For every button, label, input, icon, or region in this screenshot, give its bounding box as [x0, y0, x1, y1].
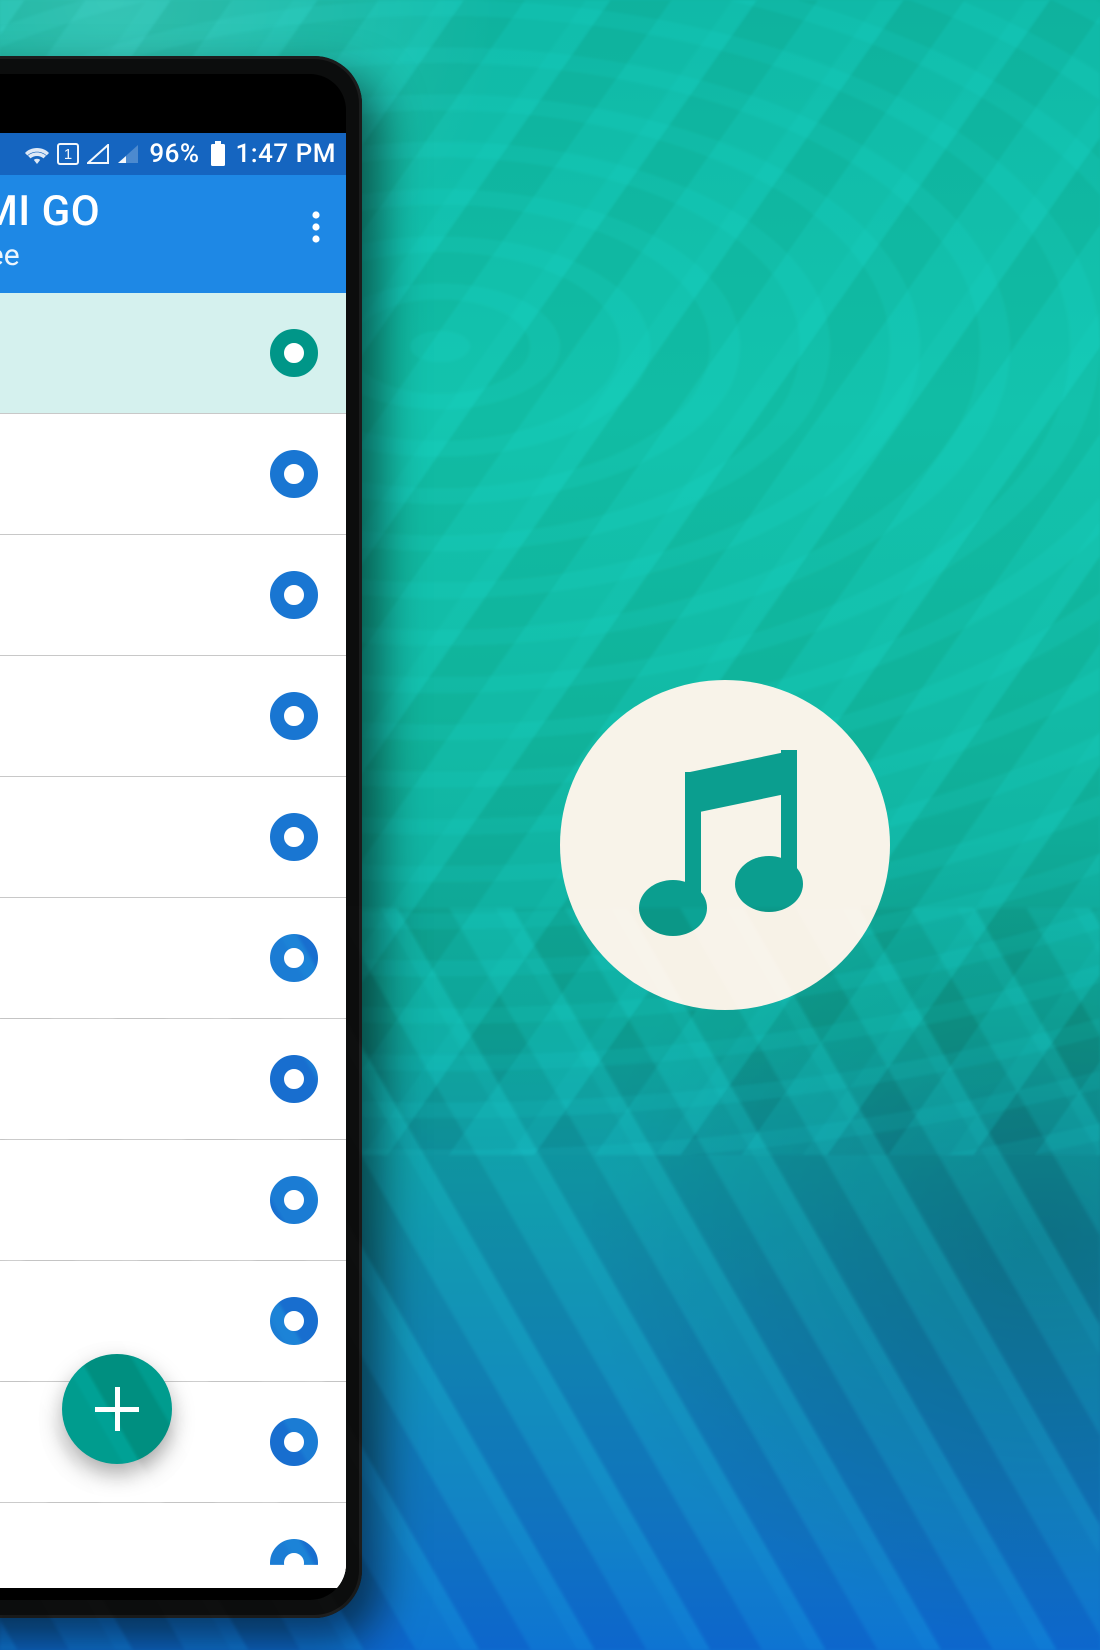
- play-ring-icon[interactable]: [270, 329, 318, 377]
- list-item[interactable]: [0, 1019, 346, 1140]
- play-ring-icon[interactable]: [270, 1539, 318, 1587]
- app-title: REDMI GO: [0, 187, 332, 236]
- play-ring-icon[interactable]: [270, 571, 318, 619]
- list-item[interactable]: [0, 535, 346, 656]
- play-ring-icon[interactable]: [270, 692, 318, 740]
- list-item[interactable]: [0, 414, 346, 535]
- battery-icon: [210, 141, 226, 167]
- ringtone-list[interactable]: [0, 293, 346, 1588]
- list-item[interactable]: [0, 1382, 346, 1503]
- add-fab[interactable]: [62, 1354, 172, 1464]
- list-item[interactable]: [0, 1503, 346, 1588]
- phone-mockup: 1 96% 1:47 PM REDMI GO i Go Free: [0, 56, 362, 1618]
- play-ring-icon[interactable]: [270, 813, 318, 861]
- music-note-icon: [625, 740, 825, 950]
- list-item[interactable]: [0, 898, 346, 1019]
- list-item[interactable]: [0, 1261, 346, 1382]
- device-screen: 1 96% 1:47 PM REDMI GO i Go Free: [0, 133, 346, 1588]
- signal-outline-icon: [87, 144, 109, 164]
- more-vert-icon: [311, 210, 321, 244]
- app-bar: REDMI GO i Go Free: [0, 175, 346, 293]
- promo-stage: 1 96% 1:47 PM REDMI GO i Go Free: [0, 0, 1100, 1650]
- overflow-menu-button[interactable]: [292, 203, 340, 251]
- play-ring-icon[interactable]: [270, 1176, 318, 1224]
- list-item[interactable]: [0, 777, 346, 898]
- sim-icon: 1: [57, 143, 79, 165]
- play-ring-icon[interactable]: [270, 450, 318, 498]
- status-icons: 1: [25, 143, 139, 165]
- list-item[interactable]: [0, 656, 346, 777]
- list-item[interactable]: [0, 293, 346, 414]
- music-badge: [560, 680, 890, 1010]
- battery-percent: 96%: [149, 139, 199, 169]
- signal-icon: [117, 144, 139, 164]
- list-item[interactable]: [0, 1140, 346, 1261]
- status-time: 1:47 PM: [236, 139, 336, 169]
- play-ring-icon[interactable]: [270, 934, 318, 982]
- wifi-icon: [25, 144, 49, 164]
- play-ring-icon[interactable]: [270, 1418, 318, 1466]
- sim-label: 1: [64, 146, 72, 163]
- phone-bezel: 1 96% 1:47 PM REDMI GO i Go Free: [0, 74, 346, 1600]
- play-ring-icon[interactable]: [270, 1297, 318, 1345]
- play-ring-icon[interactable]: [270, 1055, 318, 1103]
- status-bar: 1 96% 1:47 PM: [0, 133, 346, 175]
- app-subtitle: i Go Free: [0, 238, 332, 273]
